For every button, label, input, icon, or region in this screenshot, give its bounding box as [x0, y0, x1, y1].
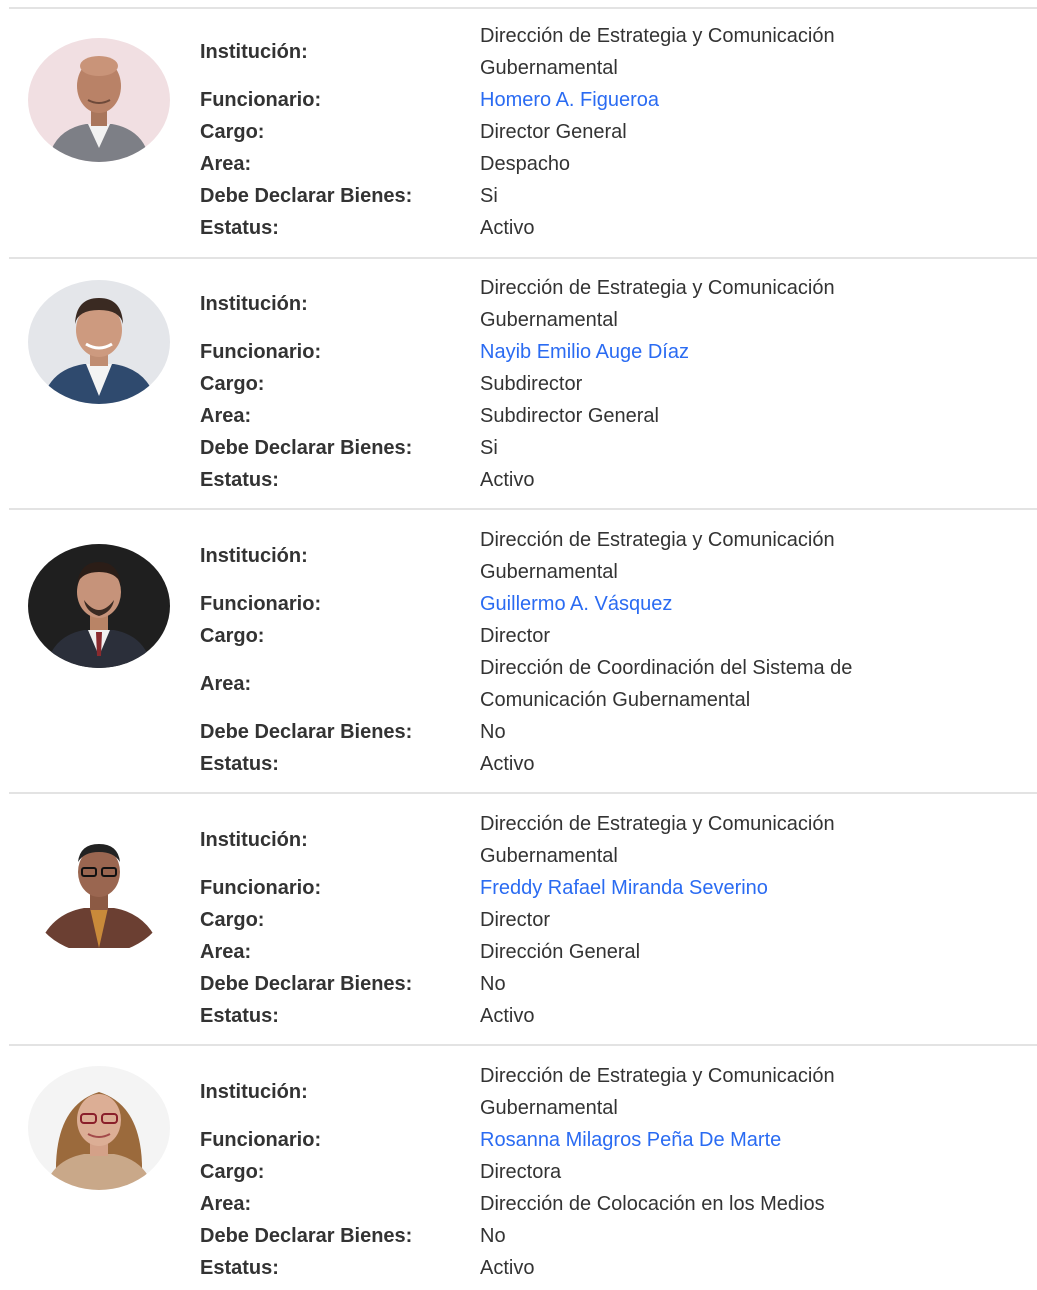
funcionario-label: Funcionario: [200, 1129, 322, 1151]
estatus-label: Estatus: [200, 217, 279, 239]
area-line: Comunicación Gubernamental [480, 689, 751, 711]
institucion-line: Gubernamental [480, 57, 618, 79]
official-details: Institución: Dirección de Estrategia y C… [200, 808, 940, 1032]
area-label: Area: [200, 941, 252, 963]
official-photo [28, 280, 170, 404]
cargo-value: Director [480, 625, 551, 647]
divider [9, 257, 1037, 259]
funcionario-link[interactable]: Guillermo A. Vásquez [480, 593, 672, 615]
area-line: Dirección de Coordinación del Sistema de [480, 657, 853, 679]
institucion-line: Dirección de Estrategia y Comunicación [480, 529, 835, 551]
official-details: Institución: Dirección de Estrategia y C… [200, 524, 940, 780]
area-value: Dirección de Colocación en los Medios [480, 1188, 940, 1220]
area-line: Despacho [480, 153, 571, 175]
estatus-label: Estatus: [200, 1257, 279, 1279]
area-label: Area: [200, 673, 252, 695]
estatus-value: Activo [480, 469, 535, 491]
funcionario-link[interactable]: Rosanna Milagros Peña De Marte [480, 1129, 781, 1151]
official-details: Institución: Dirección de Estrategia y C… [200, 1060, 940, 1284]
funcionario-link[interactable]: Freddy Rafael Miranda Severino [480, 877, 768, 899]
area-label: Area: [200, 1193, 252, 1215]
institucion-line: Dirección de Estrategia y Comunicación [480, 1065, 835, 1087]
institucion-label: Institución: [200, 1081, 308, 1103]
institucion-line: Gubernamental [480, 1097, 618, 1119]
official-photo [28, 38, 170, 162]
official-card: Institución: Dirección de Estrategia y C… [0, 20, 1037, 260]
cargo-label: Cargo: [200, 909, 265, 931]
official-card: Institución: Dirección de Estrategia y C… [0, 524, 1037, 796]
area-value: Dirección General [480, 936, 940, 968]
funcionario-link[interactable]: Nayib Emilio Auge Díaz [480, 341, 689, 363]
divider [9, 1044, 1037, 1046]
debe-declarar-value: No [480, 973, 506, 995]
official-card: Institución: Dirección de Estrategia y C… [0, 808, 1037, 1048]
funcionario-label: Funcionario: [200, 341, 322, 363]
cargo-label: Cargo: [200, 121, 265, 143]
cargo-label: Cargo: [200, 1161, 265, 1183]
cargo-label: Cargo: [200, 625, 265, 647]
funcionario-label: Funcionario: [200, 593, 322, 615]
debe-declarar-label: Debe Declarar Bienes: [200, 721, 413, 743]
institucion-line: Gubernamental [480, 561, 618, 583]
official-details: Institución: Dirección de Estrategia y C… [200, 272, 940, 496]
area-line: Dirección General [480, 941, 641, 963]
institucion-label: Institución: [200, 545, 308, 567]
debe-declarar-value: Si [480, 185, 498, 207]
cargo-value: Subdirector [480, 373, 583, 395]
divider [9, 7, 1037, 9]
area-value: Dirección de Coordinación del Sistema de… [480, 652, 940, 716]
institucion-label: Institución: [200, 293, 308, 315]
divider [9, 792, 1037, 794]
official-card: Institución: Dirección de Estrategia y C… [0, 272, 1037, 512]
institucion-line: Gubernamental [480, 309, 618, 331]
area-line: Subdirector General [480, 405, 659, 427]
debe-declarar-label: Debe Declarar Bienes: [200, 185, 413, 207]
area-label: Area: [200, 405, 252, 427]
divider [9, 508, 1037, 510]
debe-declarar-value: No [480, 721, 506, 743]
estatus-value: Activo [480, 1005, 535, 1027]
cargo-value: Director General [480, 121, 627, 143]
institucion-label: Institución: [200, 41, 308, 63]
official-details: Institución: Dirección de Estrategia y C… [200, 20, 940, 244]
debe-declarar-label: Debe Declarar Bienes: [200, 437, 413, 459]
estatus-label: Estatus: [200, 1005, 279, 1027]
institucion-label: Institución: [200, 829, 308, 851]
cargo-value: Director [480, 909, 551, 931]
debe-declarar-value: Si [480, 437, 498, 459]
area-label: Area: [200, 153, 252, 175]
institucion-value: Dirección de Estrategia y Comunicación G… [480, 20, 940, 84]
funcionario-label: Funcionario: [200, 877, 322, 899]
official-photo [28, 544, 170, 668]
estatus-value: Activo [480, 753, 535, 775]
institucion-line: Dirección de Estrategia y Comunicación [480, 25, 835, 47]
area-line: Dirección de Colocación en los Medios [480, 1193, 825, 1215]
estatus-label: Estatus: [200, 469, 279, 491]
funcionario-link[interactable]: Homero A. Figueroa [480, 89, 659, 111]
debe-declarar-value: No [480, 1225, 506, 1247]
institucion-line: Gubernamental [480, 845, 618, 867]
institucion-value: Dirección de Estrategia y Comunicación G… [480, 1060, 940, 1124]
area-value: Subdirector General [480, 400, 940, 432]
institucion-line: Dirección de Estrategia y Comunicación [480, 813, 835, 835]
estatus-value: Activo [480, 217, 535, 239]
funcionario-label: Funcionario: [200, 89, 322, 111]
institucion-value: Dirección de Estrategia y Comunicación G… [480, 524, 940, 588]
area-value: Despacho [480, 148, 940, 180]
institucion-value: Dirección de Estrategia y Comunicación G… [480, 808, 940, 872]
estatus-label: Estatus: [200, 753, 279, 775]
official-photo [28, 1066, 170, 1190]
cargo-value: Directora [480, 1161, 562, 1183]
official-card: Institución: Dirección de Estrategia y C… [0, 1060, 1037, 1290]
institucion-line: Dirección de Estrategia y Comunicación [480, 277, 835, 299]
cargo-label: Cargo: [200, 373, 265, 395]
institucion-value: Dirección de Estrategia y Comunicación G… [480, 272, 940, 336]
estatus-value: Activo [480, 1257, 535, 1279]
debe-declarar-label: Debe Declarar Bienes: [200, 1225, 413, 1247]
official-photo [28, 830, 170, 954]
debe-declarar-label: Debe Declarar Bienes: [200, 973, 413, 995]
